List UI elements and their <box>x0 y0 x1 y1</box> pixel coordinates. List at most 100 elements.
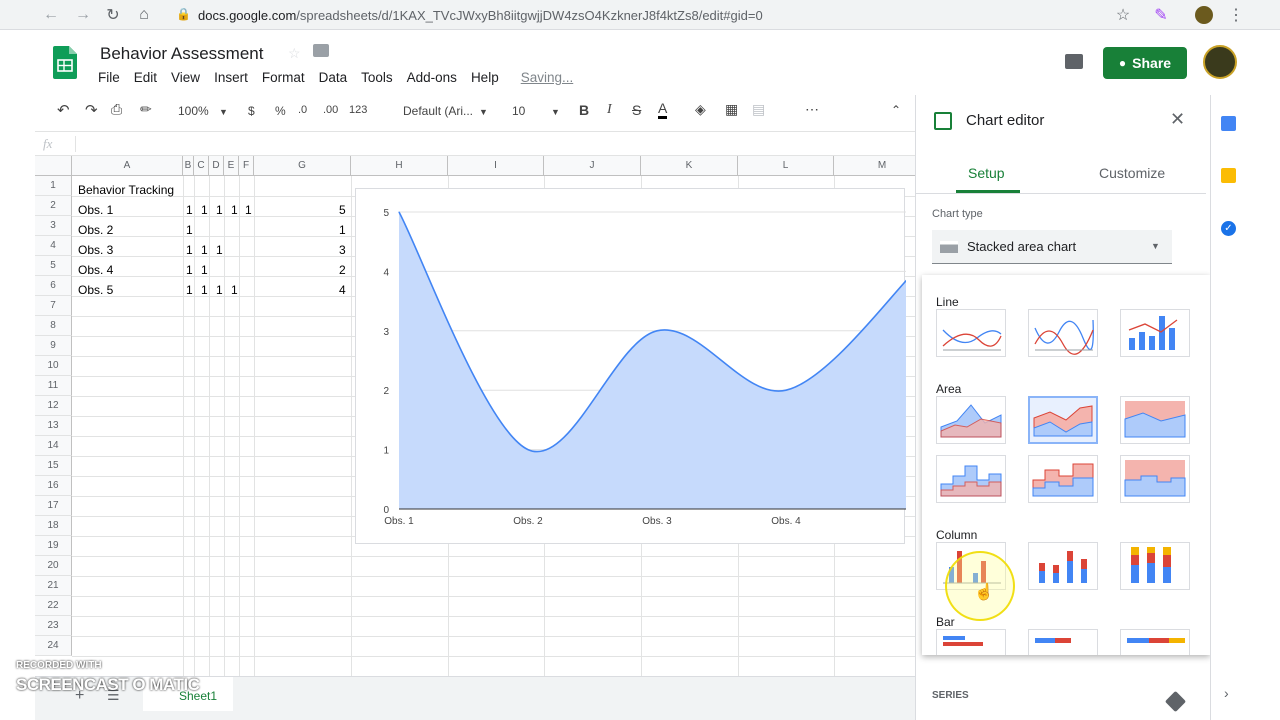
row-header-1[interactable]: 1 <box>35 176 72 196</box>
col-header-g[interactable]: G <box>254 156 351 176</box>
borders-icon[interactable]: ▦ <box>725 101 738 118</box>
cell-a6[interactable]: Obs. 5 <box>78 280 113 300</box>
cell-b3[interactable]: 1 <box>186 220 193 240</box>
stepped-area-chart-option[interactable] <box>936 455 1006 503</box>
zoom-select[interactable]: 100% <box>178 104 209 118</box>
stacked-column-chart-option[interactable] <box>1028 542 1098 590</box>
profile-avatar[interactable] <box>1193 4 1215 26</box>
row-header-20[interactable]: 20 <box>35 556 72 576</box>
bookmark-star-icon[interactable]: ☆ <box>1112 4 1134 26</box>
col-header-f[interactable]: F <box>239 156 254 176</box>
menu-file[interactable]: File <box>98 70 120 85</box>
percent-stepped-area-option[interactable] <box>1120 455 1190 503</box>
cell-b6[interactable]: 1 <box>186 280 193 300</box>
combo-chart-option[interactable] <box>1120 309 1190 357</box>
tab-setup[interactable]: Setup <box>968 165 1005 181</box>
cell-c6[interactable]: 1 <box>201 280 208 300</box>
row-header-16[interactable]: 16 <box>35 476 72 496</box>
col-header-j[interactable]: J <box>544 156 641 176</box>
row-header-22[interactable]: 22 <box>35 596 72 616</box>
more-options-icon[interactable]: ⋯ <box>805 101 819 118</box>
row-header-24[interactable]: 24 <box>35 636 72 656</box>
decrease-decimal-button[interactable]: .0 <box>298 104 307 116</box>
collapse-toolbar-icon[interactable]: ⌃ <box>891 103 901 117</box>
cell-b5[interactable]: 1 <box>186 260 193 280</box>
folder-icon[interactable] <box>313 44 329 57</box>
cell-c5[interactable]: 1 <box>201 260 208 280</box>
cell-d6[interactable]: 1 <box>216 280 223 300</box>
area-chart-option[interactable] <box>936 396 1006 444</box>
back-icon[interactable]: ← <box>40 4 62 26</box>
row-header-15[interactable]: 15 <box>35 456 72 476</box>
menu-data[interactable]: Data <box>319 70 348 85</box>
smooth-line-chart-option[interactable] <box>1028 309 1098 357</box>
row-header-3[interactable]: 3 <box>35 216 72 236</box>
undo-icon[interactable]: ↶ <box>57 101 70 119</box>
col-header-m[interactable]: M <box>834 156 915 176</box>
doc-title[interactable]: Behavior Assessment <box>100 44 263 64</box>
cell-b2[interactable]: 1 <box>186 200 193 220</box>
comments-icon[interactable] <box>1065 54 1083 69</box>
cell-a4[interactable]: Obs. 3 <box>78 240 113 260</box>
menu-edit[interactable]: Edit <box>134 70 157 85</box>
col-header-i[interactable]: I <box>448 156 544 176</box>
col-header-c[interactable]: C <box>194 156 209 176</box>
close-icon[interactable]: ✕ <box>1170 109 1185 130</box>
menu-addons[interactable]: Add-ons <box>407 70 457 85</box>
row-header-9[interactable]: 9 <box>35 336 72 356</box>
currency-button[interactable]: $ <box>248 104 255 118</box>
cell-g2[interactable]: 5 <box>339 200 346 220</box>
star-icon[interactable]: ☆ <box>288 45 301 62</box>
area-chart[interactable]: 012345Obs. 1Obs. 2Obs. 3Obs. 4O <box>355 188 919 544</box>
row-header-6[interactable]: 6 <box>35 276 72 296</box>
tasks-icon[interactable]: ✓ <box>1221 221 1236 236</box>
cell-e2[interactable]: 1 <box>231 200 238 220</box>
cell-d2[interactable]: 1 <box>216 200 223 220</box>
col-header-k[interactable]: K <box>641 156 738 176</box>
row-header-17[interactable]: 17 <box>35 496 72 516</box>
strikethrough-button[interactable]: S <box>632 102 641 118</box>
menu-format[interactable]: Format <box>262 70 305 85</box>
account-avatar[interactable] <box>1203 45 1237 79</box>
redo-icon[interactable]: ↷ <box>85 101 98 119</box>
col-header-a[interactable]: A <box>72 156 183 176</box>
menu-view[interactable]: View <box>171 70 200 85</box>
cell-f2[interactable]: 1 <box>245 200 252 220</box>
select-all-corner[interactable] <box>35 156 72 176</box>
cell-c4[interactable]: 1 <box>201 240 208 260</box>
paint-format-icon[interactable]: ✏ <box>140 101 152 118</box>
font-select[interactable]: Default (Ari... <box>403 104 473 118</box>
cell-a1[interactable]: Behavior Tracking <box>78 180 174 200</box>
address-bar[interactable]: 🔒 docs.google.com/spreadsheets/d/1KAX_TV… <box>168 3 1143 27</box>
row-header-4[interactable]: 4 <box>35 236 72 256</box>
home-icon[interactable]: ⌂ <box>133 4 155 26</box>
expand-panel-icon[interactable]: › <box>1224 685 1229 701</box>
calendar-icon[interactable] <box>1221 116 1236 131</box>
browser-menu-icon[interactable]: ⋮ <box>1225 4 1247 26</box>
cell-b4[interactable]: 1 <box>186 240 193 260</box>
tab-customize[interactable]: Customize <box>1099 165 1165 181</box>
col-header-l[interactable]: L <box>738 156 834 176</box>
chart-type-select[interactable]: Stacked area chart ▼ <box>932 230 1172 264</box>
forward-icon[interactable]: → <box>72 4 94 26</box>
fill-color-icon[interactable]: ◈ <box>695 101 706 118</box>
row-header-5[interactable]: 5 <box>35 256 72 276</box>
merge-cells-icon[interactable]: ▤ <box>752 101 765 118</box>
row-header-8[interactable]: 8 <box>35 316 72 336</box>
menu-insert[interactable]: Insert <box>214 70 248 85</box>
col-header-h[interactable]: H <box>351 156 448 176</box>
col-header-d[interactable]: D <box>209 156 224 176</box>
percent-column-chart-option[interactable] <box>1120 542 1190 590</box>
row-header-14[interactable]: 14 <box>35 436 72 456</box>
saving-status[interactable]: Saving... <box>521 70 574 85</box>
share-button[interactable]: ● Share <box>1103 47 1187 79</box>
cell-d4[interactable]: 1 <box>216 240 223 260</box>
more-formats-button[interactable]: 123 <box>349 104 367 116</box>
cell-e6[interactable]: 1 <box>231 280 238 300</box>
cell-g5[interactable]: 2 <box>339 260 346 280</box>
stacked-area-chart-option[interactable] <box>1028 396 1098 444</box>
pen-extension-icon[interactable]: ✎ <box>1150 4 1172 26</box>
menu-help[interactable]: Help <box>471 70 499 85</box>
row-header-18[interactable]: 18 <box>35 516 72 536</box>
reload-icon[interactable]: ↻ <box>102 4 124 26</box>
